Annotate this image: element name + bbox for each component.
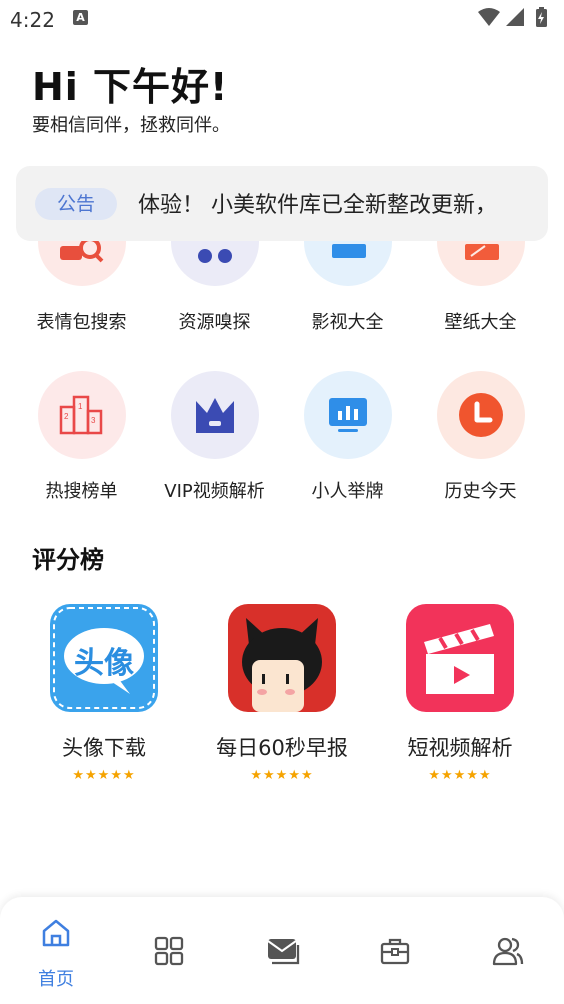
tool-label: 热搜榜单 — [45, 481, 118, 502]
nav-home-label: 首页 — [38, 969, 74, 990]
tool-search[interactable]: 表情包搜索 — [15, 308, 148, 334]
tool-circle: 2 1 3 — [37, 371, 126, 459]
tool-circle-film[interactable] — [304, 241, 392, 286]
film-icon — [332, 244, 366, 258]
app-name: 头像下载 — [62, 736, 146, 760]
notification-icon: A — [73, 10, 88, 25]
tool-label: 资源嗅探 — [178, 312, 251, 333]
cartoon-cat-app-icon — [228, 604, 336, 712]
status-indicators — [478, 7, 547, 27]
svg-text:3: 3 — [91, 416, 96, 425]
svg-text:1: 1 — [78, 402, 83, 411]
rating-stars: ★★★★★ — [72, 768, 136, 783]
bottom-nav: 首页 — [0, 897, 564, 1004]
nav-toolbox[interactable] — [339, 897, 451, 1004]
notice-bar[interactable]: 公告 体验！ 小美软件库已全新整改更新， — [16, 166, 548, 241]
clock-icon — [458, 393, 503, 437]
users-icon — [492, 937, 524, 966]
toolbox-icon — [380, 938, 410, 965]
tools-row-1-icons — [0, 241, 564, 291]
home-icon — [42, 919, 70, 947]
nav-messages[interactable] — [226, 897, 338, 1004]
status-bar: 4:22 A — [0, 0, 564, 40]
app-name: 每日60秒早报 — [216, 736, 348, 760]
rating-stars: ★★★★★ — [250, 768, 314, 783]
tool-wallpaper[interactable]: 壁纸大全 — [414, 308, 547, 334]
greeting-subtitle: 要相信同伴，拯救同伴。 — [32, 115, 230, 136]
mail-icon — [267, 939, 300, 965]
app-name: 短视频解析 — [407, 736, 513, 760]
tool-label: VIP视频解析 — [164, 481, 265, 502]
tool-circle — [170, 371, 259, 459]
sniff-icon — [198, 249, 232, 263]
avatar-app-text: 头像 — [74, 646, 134, 681]
apps-grid-icon — [154, 936, 184, 966]
crown-icon — [195, 398, 234, 433]
tool-label: 表情包搜索 — [36, 312, 127, 333]
tool-sign-board[interactable]: 小人举牌 — [281, 371, 414, 503]
tool-history-today[interactable]: 历史今天 — [414, 371, 547, 503]
wallpaper-icon — [465, 244, 499, 260]
tool-film[interactable]: 影视大全 — [281, 308, 414, 334]
notice-tag: 公告 — [35, 188, 117, 220]
cartoon-cat-graphic — [242, 618, 322, 712]
greeting-title: Hi 下午好! — [32, 65, 229, 109]
svg-text:2: 2 — [64, 412, 69, 421]
app-avatar-download[interactable]: 头像 头像下载 ★★★★★ — [29, 604, 179, 783]
tool-hot-search[interactable]: 2 1 3 热搜榜单 — [15, 371, 148, 503]
app-daily-news[interactable]: 每日60秒早报 ★★★★★ — [207, 604, 357, 783]
notice-text: 体验！ 小美软件库已全新整改更新， — [138, 193, 497, 218]
avatar-app-icon: 头像 — [50, 604, 158, 712]
app-short-video[interactable]: 短视频解析 ★★★★★ — [385, 604, 535, 783]
podium-icon: 2 1 3 — [59, 395, 102, 435]
tool-circle-sniff[interactable] — [171, 241, 259, 286]
tool-label: 小人举牌 — [311, 481, 384, 502]
nav-apps[interactable] — [113, 897, 225, 1004]
tool-circle — [303, 371, 392, 459]
clapper-graphic — [424, 624, 494, 694]
wifi-icon — [478, 8, 500, 26]
clapper-app-icon — [406, 604, 514, 712]
status-time: 4:22 — [10, 8, 55, 32]
nav-users[interactable] — [452, 897, 564, 1004]
tool-label: 历史今天 — [444, 481, 517, 502]
signal-icon — [506, 8, 524, 26]
tool-label: 影视大全 — [311, 312, 384, 333]
tool-circle-wallpaper[interactable] — [437, 241, 525, 286]
tool-sniff[interactable]: 资源嗅探 — [148, 308, 281, 334]
search-icon — [60, 241, 104, 263]
tool-label: 壁纸大全 — [444, 312, 517, 333]
tool-vip-video[interactable]: VIP视频解析 — [148, 371, 281, 503]
tool-circle-search[interactable] — [38, 241, 126, 286]
ranking-title: 评分榜 — [32, 546, 104, 574]
rating-stars: ★★★★★ — [428, 768, 492, 783]
board-icon — [328, 398, 367, 432]
tool-circle — [436, 371, 525, 459]
nav-home[interactable]: 首页 — [0, 897, 112, 1004]
